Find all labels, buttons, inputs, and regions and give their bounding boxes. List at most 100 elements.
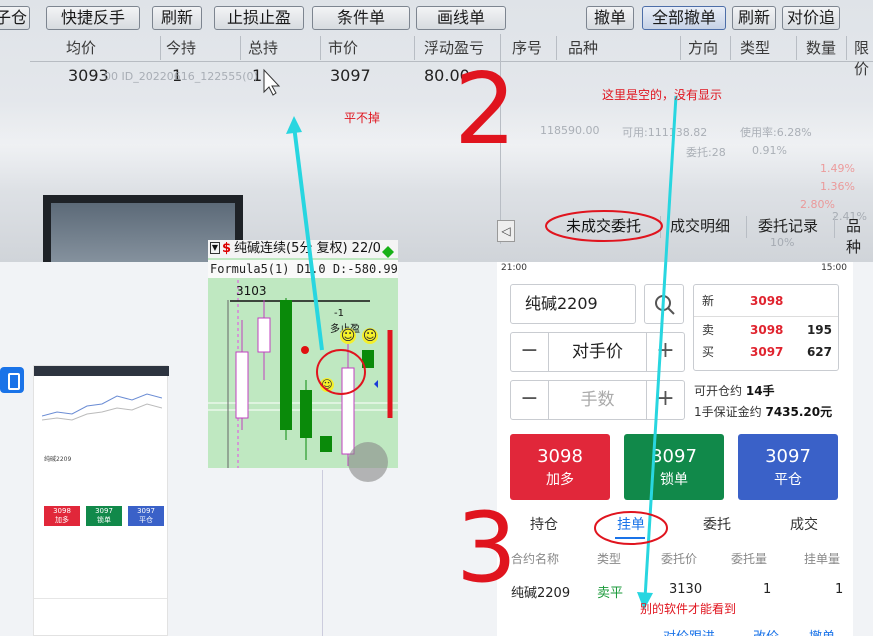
close-position-button[interactable]: 3097 平仓 bbox=[738, 434, 838, 500]
col-limit-price: 限价 bbox=[854, 39, 870, 78]
candles-svg bbox=[208, 246, 398, 468]
quote-ask-row: 卖 3098 195 bbox=[702, 319, 834, 341]
price-mode-value[interactable]: 对手价 bbox=[549, 333, 646, 371]
row-price[interactable]: 3130 bbox=[669, 582, 702, 597]
col-order-qty: 委托量 bbox=[731, 552, 768, 566]
col-type: 类型 bbox=[740, 39, 771, 57]
row-pending[interactable]: 1 bbox=[835, 582, 843, 597]
quick-reverse-button[interactable]: 快捷反手 bbox=[46, 6, 140, 30]
ghost-pct4: 2.80% bbox=[800, 198, 835, 211]
row-contract[interactable]: 纯碱2209 bbox=[511, 582, 570, 601]
tab-fills[interactable]: 成交 bbox=[790, 514, 818, 534]
tab-order-history[interactable]: 委托记录 bbox=[758, 215, 818, 236]
col-seq: 序号 bbox=[512, 39, 543, 57]
phone-order-screen: 21:00 15:00 纯碱2209 − 对手价 + − 手数 + 新 3098… bbox=[497, 262, 853, 636]
ghost-pct2: 1.49% bbox=[820, 162, 855, 175]
tab-orders[interactable]: 委托 bbox=[703, 514, 731, 534]
phone-thumbnail[interactable]: 纯碱2209 3098 加多 3097 锁单 3097 平仓 bbox=[33, 365, 169, 636]
active-tab-underline bbox=[615, 537, 645, 539]
thumb-symbol: 纯碱2209 bbox=[44, 456, 72, 463]
open-capacity: 可开仓约 14手 bbox=[694, 384, 775, 398]
refresh-orders-button[interactable]: 刷新 bbox=[732, 6, 776, 30]
tab-positions[interactable]: 持仓 bbox=[530, 514, 558, 534]
modify-price-link[interactable]: 改价 bbox=[753, 626, 779, 636]
ghost-pct6: 10% bbox=[770, 236, 795, 249]
annotation-cannot-close: 平不掉 bbox=[344, 111, 381, 125]
position-market[interactable]: 3097 bbox=[330, 66, 371, 85]
row-qty[interactable]: 1 bbox=[763, 582, 771, 597]
smiley-icon-2: ☺ bbox=[362, 328, 378, 344]
cancel-all-button[interactable]: 全部撤单 bbox=[642, 6, 726, 30]
ghost-orders: 委托:28 bbox=[686, 146, 726, 159]
order-tabs: 持仓 挂单 委托 成交 bbox=[497, 514, 853, 540]
qty-minus-button[interactable]: − bbox=[511, 381, 549, 419]
bid-volume: 627 bbox=[806, 345, 832, 359]
qty-plus-button[interactable]: + bbox=[646, 381, 684, 419]
tab-scroll-left-button[interactable]: ◁ bbox=[497, 220, 515, 242]
ghost-account-id: 00 ID_20220616_122555(0) bbox=[104, 70, 258, 83]
smiley-icon-3: ☺ bbox=[320, 378, 334, 392]
col-contract-name: 合约名称 bbox=[511, 552, 560, 566]
row-type[interactable]: 卖平 bbox=[597, 582, 623, 601]
annotation-empty-note: 这里是空的，没有显示 bbox=[602, 88, 723, 102]
toolbar-sub-position-button[interactable]: 子仓 bbox=[0, 6, 30, 30]
smiley-icon: ☺ bbox=[340, 328, 356, 344]
stop-loss-take-profit-button[interactable]: 止损止盈 bbox=[214, 6, 304, 30]
thumb-btn-lock[interactable]: 3097 锁单 bbox=[86, 506, 122, 526]
bid-price: 3097 bbox=[750, 345, 784, 359]
tab-unfilled-orders[interactable]: 未成交委托 bbox=[566, 215, 641, 236]
col-order-type: 类型 bbox=[597, 552, 622, 566]
desktop-terminal-photo: 子仓 快捷反手 刷新 止损止盈 条件单 画线单 撤单 全部撤单 刷新 对价追 均… bbox=[0, 0, 873, 262]
cancel-link[interactable]: 撤单 bbox=[809, 626, 835, 636]
margin-per-lot: 1手保证金约 7435.20元 bbox=[694, 405, 833, 419]
ghost-pct3: 1.36% bbox=[820, 180, 855, 193]
chase-price-link[interactable]: 对价跟进 bbox=[663, 626, 715, 636]
ghost-available: 可用:111138.82 bbox=[622, 126, 708, 139]
phone-app-icon[interactable] bbox=[0, 367, 24, 393]
col-today-hold: 今持 bbox=[166, 39, 197, 57]
chart-price-label: 3103 bbox=[236, 284, 267, 298]
line-order-button[interactable]: 画线单 bbox=[416, 6, 506, 30]
quantity-stepper[interactable]: − 手数 + bbox=[510, 380, 685, 420]
last-price: 3098 bbox=[750, 294, 784, 308]
thumb-btn-buy[interactable]: 3098 加多 bbox=[44, 506, 80, 526]
chart-marker-minus: -1 bbox=[334, 308, 344, 319]
status-bar: 21:00 15:00 bbox=[497, 262, 853, 276]
mini-chart bbox=[42, 393, 162, 421]
annotation-number-3: 3 bbox=[456, 492, 518, 604]
conditional-order-button[interactable]: 条件单 bbox=[312, 6, 410, 30]
status-time: 21:00 bbox=[501, 263, 527, 273]
annotation-other-software: 别的软件才能看到 bbox=[640, 602, 737, 616]
candlestick-chart: ▼ $ 纯碱连续(5分 复权) 22/0 Formula5(1) D1.0 D:… bbox=[208, 240, 398, 468]
lock-position-button[interactable]: 3097 锁单 bbox=[624, 434, 724, 500]
cancel-order-button[interactable]: 撤单 bbox=[586, 6, 634, 30]
buy-long-button[interactable]: 3098 加多 bbox=[510, 434, 610, 500]
ghost-usage: 使用率:6.28% bbox=[740, 126, 812, 139]
annotation-number-2: 2 bbox=[454, 53, 517, 167]
search-icon bbox=[655, 295, 675, 315]
chase-price-button[interactable]: 对价追 bbox=[782, 6, 840, 30]
price-mode-stepper[interactable]: − 对手价 + bbox=[510, 332, 685, 372]
quantity-input[interactable]: 手数 bbox=[549, 381, 646, 419]
divider bbox=[322, 470, 323, 636]
price-minus-button[interactable]: − bbox=[511, 333, 549, 371]
col-market-price: 市价 bbox=[328, 39, 359, 57]
status-right: 15:00 bbox=[821, 263, 847, 273]
tab-fill-details[interactable]: 成交明细 bbox=[670, 215, 730, 236]
quote-bid-row: 买 3097 627 bbox=[702, 341, 834, 363]
col-total-hold: 总持 bbox=[248, 39, 279, 57]
tab-instrument[interactable]: 品种 bbox=[846, 215, 873, 257]
search-button[interactable] bbox=[644, 284, 684, 324]
col-order-price: 委托价 bbox=[661, 552, 698, 566]
price-plus-button[interactable]: + bbox=[646, 333, 684, 371]
tab-pending-orders[interactable]: 挂单 bbox=[617, 514, 645, 534]
col-direction: 方向 bbox=[688, 39, 719, 57]
ghost-pct1: 0.91% bbox=[752, 144, 787, 157]
ask-volume: 195 bbox=[806, 323, 832, 337]
symbol-input[interactable]: 纯碱2209 bbox=[510, 284, 636, 324]
thumb-btn-close[interactable]: 3097 平仓 bbox=[128, 506, 164, 526]
refresh-button[interactable]: 刷新 bbox=[152, 6, 202, 30]
position-avg-price[interactable]: 3093 bbox=[68, 66, 109, 85]
quote-last-row: 新 3098 bbox=[702, 290, 834, 312]
col-instrument: 品种 bbox=[568, 39, 599, 57]
